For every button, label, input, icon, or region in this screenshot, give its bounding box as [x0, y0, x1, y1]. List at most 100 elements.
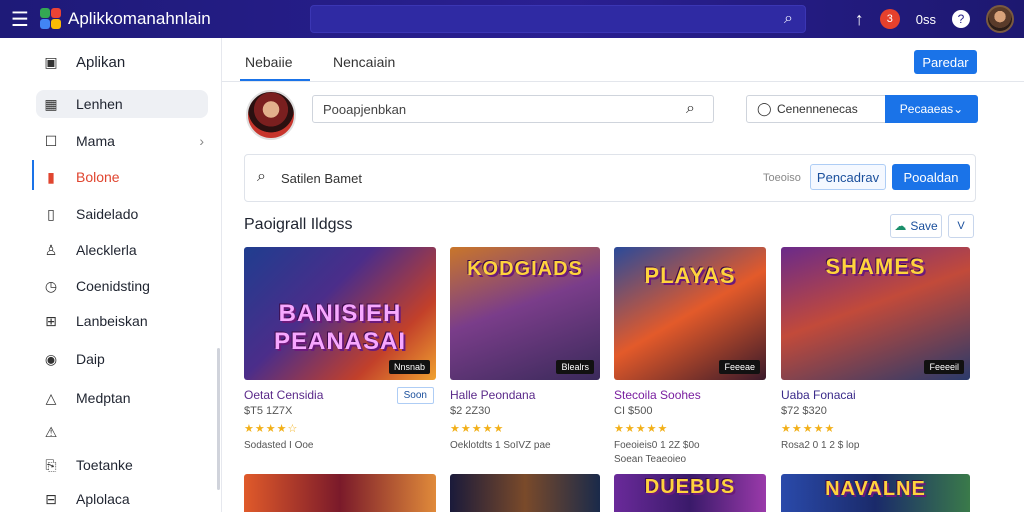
minus-box-icon: ⊟: [45, 490, 57, 507]
sidebar: ▣ Aplikan ▦ Lenhen ☐ Mama › ▮ Bolone ▯ S…: [0, 38, 222, 512]
search-input[interactable]: Pooapjenbkan ⌕: [312, 95, 714, 123]
save-button[interactable]: ☁ Save: [890, 214, 942, 238]
sidebar-item-medptan[interactable]: △ Medptan: [36, 384, 208, 412]
rating-stars: ★★★★☆: [244, 423, 299, 435]
game-meta: Sodasted I Ooe: [244, 440, 314, 451]
account-label[interactable]: 0ss: [916, 12, 936, 27]
square-icon: ☐: [44, 132, 58, 149]
sidebar-item-label: Bolone: [76, 169, 120, 185]
sidebar-item-label: Coenidsting: [76, 278, 150, 294]
search-icon[interactable]: ⌕: [784, 10, 793, 28]
sidebar-item-aplikan[interactable]: ▣ Aplikan: [36, 48, 208, 76]
sidebar-item-aplolaca[interactable]: ⊟ Aplolaca: [36, 485, 208, 513]
thumbnail-tag: Feeeeil: [924, 360, 964, 374]
category-combo[interactable]: ◯ Cenennenecas Pecaaeas ⌄: [746, 95, 978, 123]
game-name[interactable]: Halle Peondana: [450, 388, 535, 402]
rating-stars: ★★★★★: [614, 423, 669, 435]
game-thumbnail[interactable]: [244, 474, 436, 512]
upload-icon[interactable]: ↑: [855, 9, 864, 30]
global-search-input[interactable]: ⌕: [310, 5, 806, 33]
thumbnail-title: NAVALNE: [825, 478, 926, 500]
filter-muted-text: Toeoiso: [763, 172, 801, 184]
search-placeholder: Pooapjenbkan: [323, 102, 407, 117]
rating-stars: ★★★★★: [450, 423, 505, 435]
sidebar-item-mama[interactable]: ☐ Mama ›: [36, 127, 208, 155]
sidebar-item-label: Aplolaca: [76, 491, 130, 507]
sidebar-item-alert[interactable]: ⚠: [36, 418, 208, 446]
game-name[interactable]: Stecoila Soohes: [614, 388, 701, 402]
sidebar-item-coenidsting[interactable]: ◷ Coenidsting: [36, 272, 208, 300]
expand-button[interactable]: V: [948, 214, 974, 238]
top-actions: ↑ 3 0ss ?: [855, 0, 1014, 38]
secondary-filter-button[interactable]: Pencadrav: [810, 164, 886, 190]
game-thumbnail[interactable]: PLAYAS Feeeae: [614, 247, 766, 380]
thumbnail-title: KODGIADS: [467, 257, 583, 280]
sidebar-item-toetanke[interactable]: ⎘ Toetanke: [36, 451, 208, 479]
combo-select[interactable]: Pecaaeas ⌄: [885, 95, 978, 123]
menu-icon[interactable]: ☰: [0, 0, 40, 38]
alert-icon: ⚠: [44, 423, 58, 440]
game-card[interactable]: [244, 474, 436, 512]
sidebar-item-saidelado[interactable]: ▯ Saidelado: [36, 200, 208, 228]
sidebar-item-label: Aplikan: [76, 53, 126, 71]
target-icon: ◉: [44, 350, 58, 367]
thumbnail-tag: Feeeae: [719, 360, 760, 374]
game-card[interactable]: SHAMES Feeeeil Uaba Fonacai $72 $320 ★★★…: [781, 247, 970, 467]
game-thumbnail[interactable]: [450, 474, 600, 512]
tab-bar: Nebaiie Nencaiain: [222, 38, 1024, 82]
tablet-icon: ▯: [47, 205, 55, 222]
game-thumbnail[interactable]: NAVALNE: [781, 474, 970, 512]
game-thumbnail[interactable]: KODGIADS Blealrs: [450, 247, 600, 380]
triangle-icon: △: [45, 389, 57, 406]
profile-avatar[interactable]: [246, 90, 296, 140]
game-name[interactable]: Oetat Censidia: [244, 388, 323, 402]
search-icon[interactable]: ⌕: [686, 100, 695, 118]
header-action-button[interactable]: Paredar: [914, 50, 977, 74]
cloud-icon: ☁: [894, 219, 907, 233]
rating-stars: ★★★★★: [781, 423, 836, 435]
sidebar-item-label: Lenhen: [76, 96, 123, 112]
sidebar-scrollbar[interactable]: [217, 348, 220, 490]
sidebar-item-daip[interactable]: ◉ Daip: [36, 345, 208, 373]
game-meta: Rosa2 0 1 2 $ lop: [781, 440, 860, 451]
game-thumbnail[interactable]: DUEBUS: [614, 474, 766, 512]
user-avatar[interactable]: [986, 5, 1014, 33]
game-thumbnail[interactable]: SHAMES Feeeeil: [781, 247, 970, 380]
game-card[interactable]: KODGIADS Blealrs Halle Peondana $2 2Z30 …: [450, 247, 600, 467]
game-price: $T5 1Z7X: [244, 405, 293, 417]
help-icon[interactable]: ?: [952, 10, 970, 28]
sidebar-item-lanbeiskan[interactable]: ⊞ Lanbeiskan: [36, 307, 208, 335]
game-thumbnail[interactable]: BANISIEH PEANASAI Nnsnab: [244, 247, 436, 380]
sidebar-item-alecklerla[interactable]: ♙ Alecklerla: [36, 236, 208, 264]
sidebar-item-bolone[interactable]: ▮ Bolone: [36, 163, 208, 191]
sidebar-item-label: Mama: [76, 133, 115, 149]
location-icon: ◯: [757, 101, 772, 116]
brand[interactable]: Aplikkomanahnlain: [40, 8, 211, 30]
game-card[interactable]: NAVALNE: [781, 474, 970, 512]
thumbnail-title: BANISIEH PEANASAI: [273, 300, 407, 356]
game-card[interactable]: DUEBUS: [614, 474, 766, 512]
game-meta-secondary: Soean Teaeoieo: [614, 454, 687, 465]
info-box-icon: ▣: [44, 53, 58, 70]
primary-filter-button[interactable]: Pooaldan: [892, 164, 970, 190]
game-card[interactable]: BANISIEH PEANASAI Nnsnab Oetat Censidia …: [244, 247, 436, 467]
combo-selected-value: Pecaaeas: [899, 102, 954, 116]
thumbnail-title: PLAYAS: [644, 262, 736, 288]
tab-nencaiain[interactable]: Nencaiain: [333, 54, 395, 70]
combo-label: Cenennenecas: [777, 102, 858, 116]
sidebar-item-lenhen[interactable]: ▦ Lenhen: [36, 90, 208, 118]
game-card[interactable]: [450, 474, 600, 512]
section-title: Paoigrall Ildgss: [244, 216, 353, 233]
game-name[interactable]: Uaba Fonacai: [781, 388, 856, 402]
thumbnail-title: SHAMES: [825, 253, 926, 279]
sidebar-item-label: Lanbeiskan: [76, 313, 148, 329]
game-card[interactable]: PLAYAS Feeeae Stecoila Soohes CI $500 ★★…: [614, 247, 766, 467]
notification-badge[interactable]: 3: [879, 9, 900, 29]
sidebar-item-label: Toetanke: [76, 457, 133, 473]
game-price: CI $500: [614, 405, 653, 417]
sidebar-item-label: Daip: [76, 351, 105, 367]
game-badge[interactable]: Soon: [396, 387, 434, 404]
top-app-bar: ☰ Aplikkomanahnlain ⌕ ↑ 3 0ss ?: [0, 0, 1024, 38]
game-meta: Foeoieis0 1 2Z $0o: [614, 440, 700, 451]
tab-nebaiie[interactable]: Nebaiie: [245, 54, 292, 70]
